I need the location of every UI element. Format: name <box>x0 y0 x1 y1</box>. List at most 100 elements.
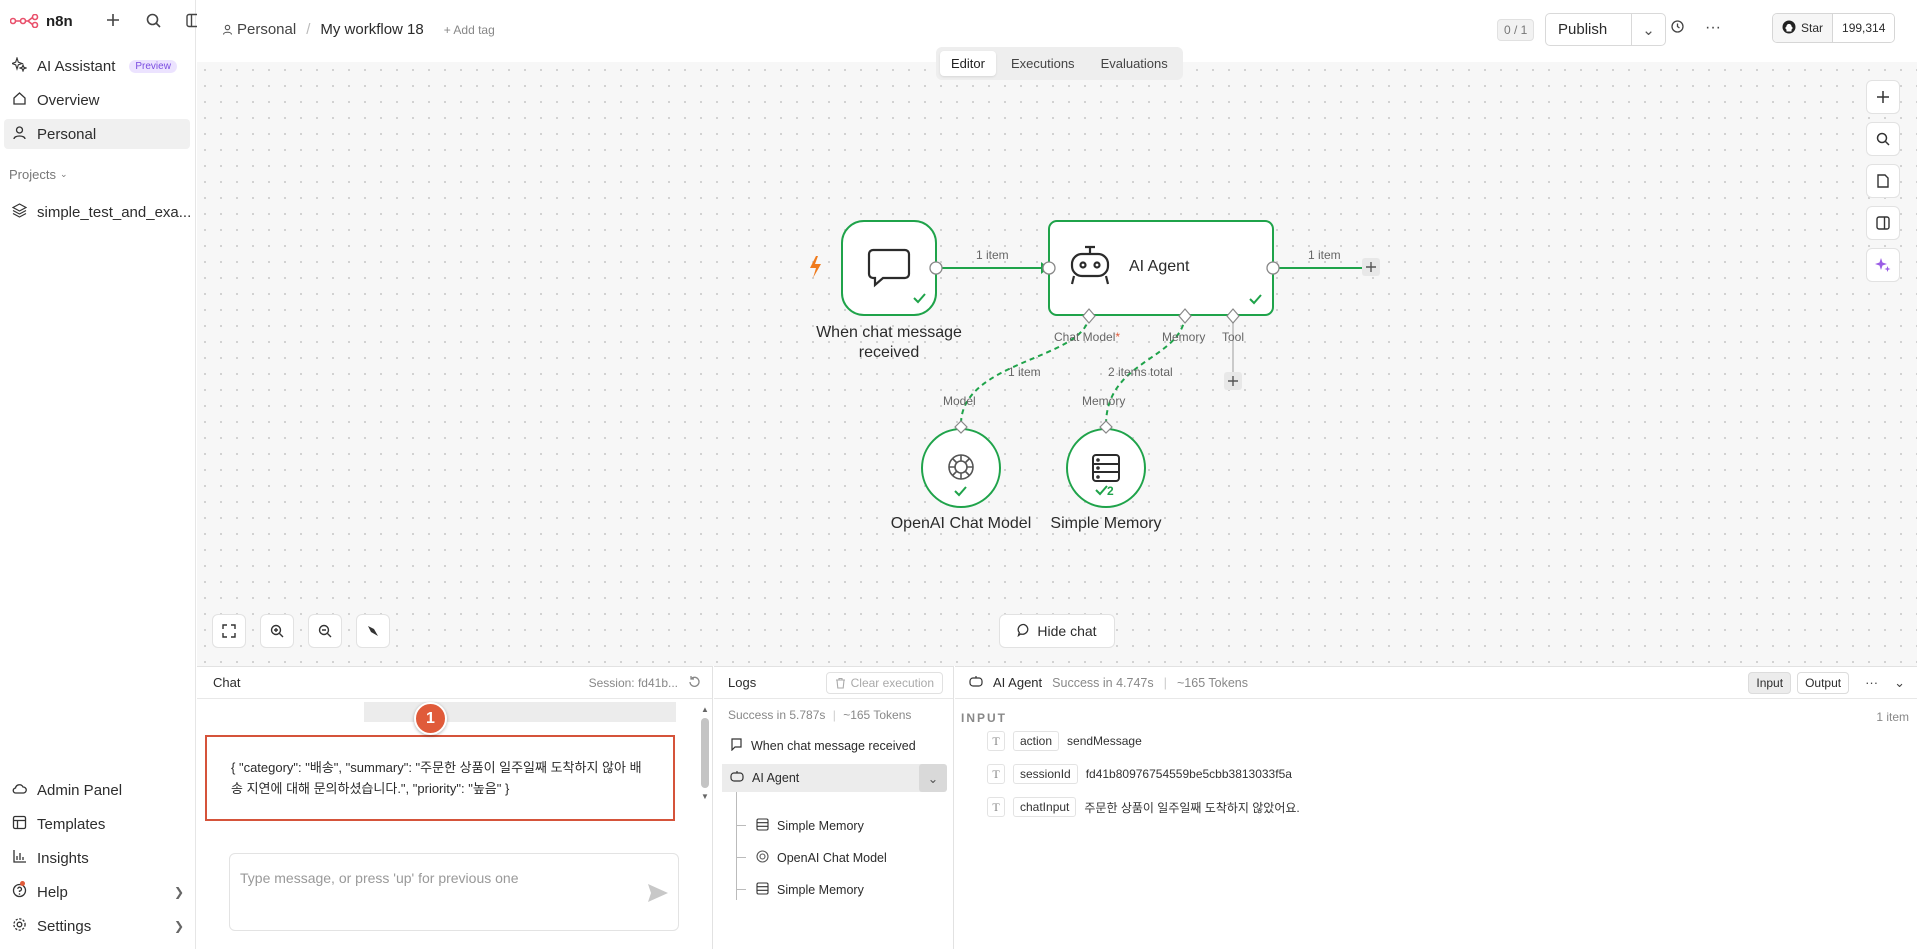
field-value: sendMessage <box>1067 734 1142 748</box>
sidebar-item-label: Help <box>37 883 68 901</box>
openai-icon <box>756 850 769 866</box>
input-port <box>1042 261 1056 275</box>
field-key[interactable]: chatInput <box>1013 797 1077 817</box>
trigger-node <box>841 220 937 316</box>
zoom-out-icon[interactable] <box>308 614 342 648</box>
logs-panel: Logs Clear execution Success in 5.787s |… <box>714 666 954 949</box>
output-port <box>929 261 943 275</box>
ai-agent-node-label: AI Agent <box>1129 258 1190 275</box>
log-entry-ai-agent[interactable]: AI Agent ⌄ <box>722 764 947 792</box>
trash-icon <box>835 677 845 689</box>
input-label-memory: Memory <box>1082 394 1126 408</box>
log-entry-simple-memory[interactable]: Simple Memory <box>748 876 864 904</box>
templates-icon <box>12 815 27 834</box>
chart-icon <box>12 849 27 868</box>
log-entry-label: When chat message received <box>751 739 916 753</box>
sidebar-item-label: Admin Panel <box>37 781 123 799</box>
reset-session-icon[interactable] <box>688 675 700 690</box>
io-status: Success in 4.747s <box>1052 675 1154 690</box>
input-label-model: Model <box>943 394 976 408</box>
help-icon <box>12 883 27 902</box>
item-count: 1 item <box>1876 710 1909 724</box>
session-id[interactable]: Session: fd41b... <box>589 676 678 690</box>
sticky-note-icon[interactable] <box>1866 164 1900 198</box>
input-field-row: T sessionId fd41b80976754559be5cbb381303… <box>987 764 1292 784</box>
io-node-name: AI Agent <box>993 675 1043 690</box>
chat-panel: Chat Session: fd41b... { "category": "배송… <box>197 666 713 949</box>
connection-label: 2 items total <box>1108 365 1173 379</box>
chat-message-input[interactable]: Type message, or press 'up' for previous… <box>229 853 679 931</box>
input-toggle-button[interactable]: Input <box>1748 671 1792 694</box>
sidebar-item-insights[interactable]: Insights <box>4 843 190 873</box>
log-entry-simple-memory[interactable]: Simple Memory <box>748 812 864 840</box>
chevron-down-icon[interactable]: ⌄ <box>1894 675 1905 691</box>
input-field-row: T chatInput 주문한 상품이 일주일째 도착하지 않았어요. <box>987 797 1300 817</box>
sidebar-item-templates[interactable]: Templates <box>4 809 190 839</box>
chat-title: Chat <box>213 675 241 690</box>
field-key[interactable]: sessionId <box>1013 764 1078 784</box>
cloud-icon <box>12 781 27 800</box>
log-entry-label: OpenAI Chat Model <box>777 851 887 865</box>
sidebar-item-settings[interactable]: Settings ❯ <box>4 911 190 941</box>
search-icon[interactable] <box>1866 122 1900 156</box>
tree-line <box>736 792 737 900</box>
logs-summary: Success in 5.787s | ~165 Tokens <box>728 708 912 722</box>
chevron-right-icon: ❯ <box>173 885 184 899</box>
connection-label: 1 item <box>1008 365 1041 379</box>
add-node-icon[interactable] <box>1866 80 1900 114</box>
string-type-icon: T <box>987 797 1005 817</box>
node-io-panel: AI Agent Success in 4.747s | ~165 Tokens… <box>955 666 1917 949</box>
openai-node <box>921 428 1001 508</box>
notification-dot <box>20 881 25 886</box>
panel-icon[interactable] <box>1866 206 1900 240</box>
output-toggle-button[interactable]: Output <box>1797 671 1850 694</box>
more-options-icon[interactable]: ··· <box>1865 675 1878 690</box>
string-type-icon: T <box>987 731 1005 751</box>
field-key[interactable]: action <box>1013 731 1060 751</box>
ai-sparkle-icon[interactable] <box>1866 248 1900 282</box>
log-entry-label: Simple Memory <box>777 883 864 897</box>
log-entry-label: Simple Memory <box>777 819 864 833</box>
canvas-right-toolbar <box>1866 80 1900 282</box>
sidebar-item-label: Settings <box>37 917 92 935</box>
annotation-badge: 1 <box>414 702 447 735</box>
field-value: 주문한 상품이 일주일째 도착하지 않았어요. <box>1084 800 1300 815</box>
sidebar-item-label: Insights <box>37 849 89 867</box>
hide-chat-button[interactable]: Hide chat <box>999 614 1115 648</box>
chat-bubble-icon <box>1017 623 1031 640</box>
send-icon[interactable] <box>647 883 669 906</box>
sidebar-item-label: Templates <box>37 815 106 833</box>
logs-tokens: ~165 Tokens <box>843 708 912 722</box>
connection-label: 1 item <box>1308 248 1341 262</box>
input-field-row: T action sendMessage <box>987 731 1142 751</box>
sidebar-item-help[interactable]: Help ❯ <box>4 877 190 907</box>
clear-execution-button[interactable]: Clear execution <box>825 671 943 694</box>
memory-node-label: Simple Memory <box>1050 515 1162 532</box>
string-type-icon: T <box>987 764 1005 784</box>
output-port <box>1266 261 1280 275</box>
chat-icon <box>730 738 743 754</box>
port-label-chat-model: Chat Model* <box>1054 330 1121 344</box>
database-icon <box>756 818 769 834</box>
chat-scrollbar[interactable]: ▲ ▼ <box>701 705 709 805</box>
logs-status: Success in 5.787s <box>728 708 826 722</box>
trigger-node-label: When chat message received <box>816 324 962 361</box>
io-tokens: ~165 Tokens <box>1177 675 1249 690</box>
tidy-up-icon[interactable] <box>356 614 390 648</box>
robot-icon <box>730 770 744 786</box>
gear-icon <box>12 917 27 936</box>
logs-title: Logs <box>728 675 757 690</box>
zoom-in-icon[interactable] <box>260 614 294 648</box>
connection-label: 1 item <box>976 248 1009 262</box>
chat-message-bubble: { "category": "배송", "summary": "주문한 상품이 … <box>205 735 675 821</box>
log-entry-trigger[interactable]: When chat message received <box>722 732 916 760</box>
memory-item-badge: 2 <box>1107 484 1114 498</box>
chevron-down-icon[interactable]: ⌄ <box>919 764 947 792</box>
hide-chat-label: Hide chat <box>1037 623 1097 639</box>
log-entry-openai[interactable]: OpenAI Chat Model <box>748 844 887 872</box>
lightning-icon <box>810 256 821 278</box>
fit-view-icon[interactable] <box>212 614 246 648</box>
port-label-memory: Memory <box>1162 330 1206 344</box>
memory-node <box>1066 428 1146 508</box>
sidebar-item-admin-panel[interactable]: Admin Panel <box>4 775 190 805</box>
